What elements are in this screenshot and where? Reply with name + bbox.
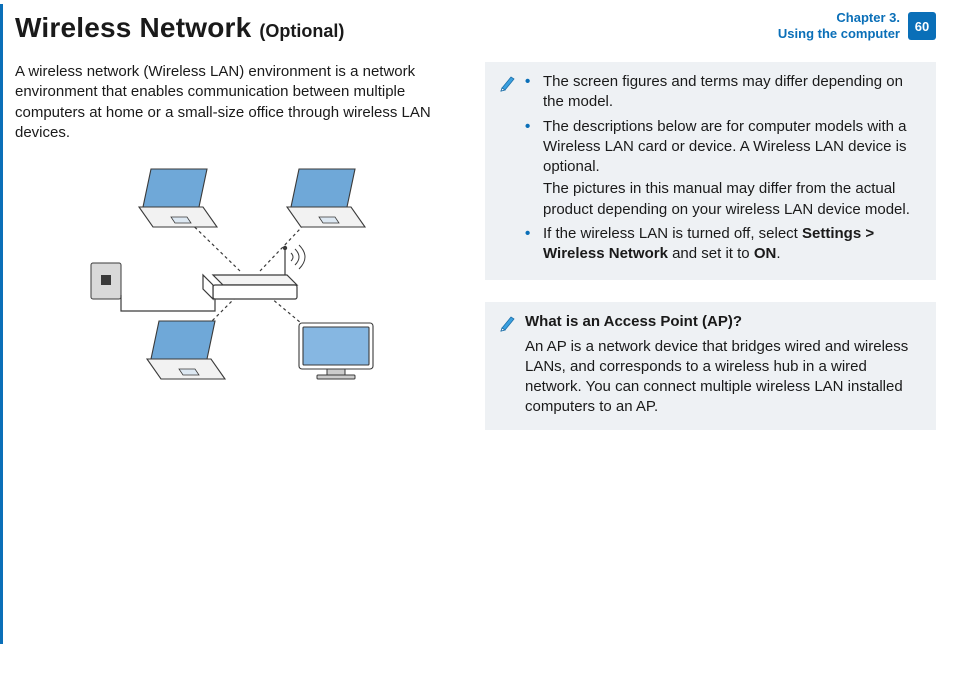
note-box: What is an Access Point (AP)? An AP is a… — [485, 302, 936, 429]
chapter-line1: Chapter 3. — [778, 10, 900, 26]
monitor-icon — [299, 323, 373, 379]
note-icon — [499, 74, 517, 268]
network-diagram — [65, 153, 405, 383]
chapter-line2: Using the computer — [778, 26, 900, 42]
page-title-block: Wireless Network (Optional) — [15, 12, 344, 44]
page-number-badge: 60 — [908, 12, 936, 40]
note-icon — [499, 314, 517, 417]
note1-bullet1: The screen figures and terms may differ … — [543, 72, 922, 113]
laptop-icon — [139, 169, 217, 227]
note1-bullet2a: The descriptions below are for computer … — [543, 117, 922, 178]
laptop-icon — [147, 321, 225, 379]
wall-outlet-icon — [91, 263, 121, 299]
note2-title: What is an Access Point (AP)? — [525, 312, 922, 332]
note1-bullet2b: The pictures in this manual may differ f… — [543, 179, 922, 220]
router-icon — [203, 245, 305, 299]
chapter-block: Chapter 3. Using the computer 60 — [778, 10, 936, 43]
note2-body: An AP is a network device that bridges w… — [525, 337, 922, 418]
laptop-icon — [287, 169, 365, 227]
intro-paragraph: A wireless network (Wireless LAN) enviro… — [15, 62, 455, 143]
page-title: Wireless Network — [15, 12, 251, 44]
page-title-optional: (Optional) — [259, 21, 344, 42]
note-box: The screen figures and terms may differ … — [485, 62, 936, 280]
note1-bullet3: If the wireless LAN is turned off, selec… — [543, 224, 922, 265]
